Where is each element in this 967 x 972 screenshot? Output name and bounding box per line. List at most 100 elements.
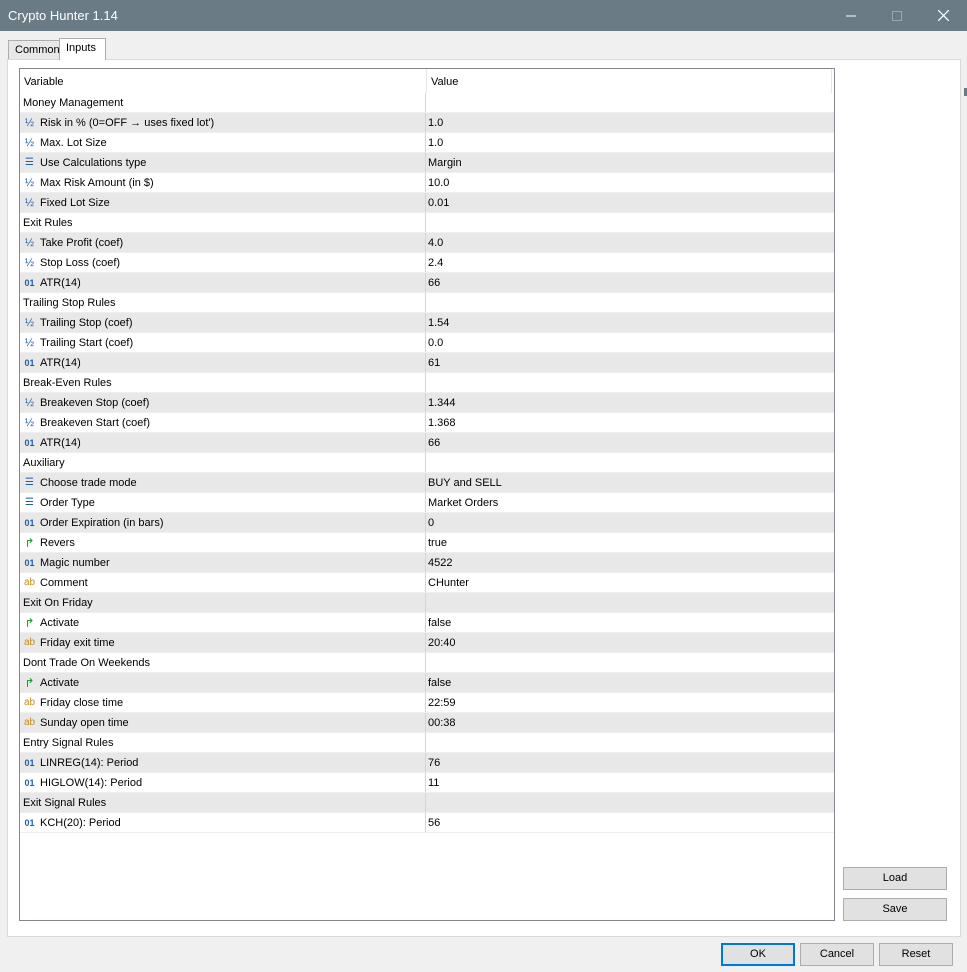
group-row: Exit On Friday bbox=[20, 593, 834, 613]
reset-button[interactable]: Reset bbox=[879, 943, 953, 966]
parameter-row[interactable]: ½ Trailing Stop (coef) 1.54 bbox=[20, 313, 834, 333]
parameter-row[interactable]: ☰ Choose trade mode BUY and SELL bbox=[20, 473, 834, 493]
parameter-row[interactable]: ab Friday close time 22:59 bbox=[20, 693, 834, 713]
parameter-row[interactable]: ↱ Activate false bbox=[20, 673, 834, 693]
parameter-row[interactable]: ½ Trailing Start (coef) 0.0 bbox=[20, 333, 834, 353]
enum-icon: ☰ bbox=[25, 497, 34, 508]
value-cell[interactable]: 4522 bbox=[428, 553, 828, 573]
string-icon: ab bbox=[23, 577, 36, 588]
variable-cell: ½ Stop Loss (coef) bbox=[22, 253, 426, 273]
value-cell[interactable]: 66 bbox=[428, 273, 828, 293]
parameter-row[interactable]: ab Sunday open time 00:38 bbox=[20, 713, 834, 733]
value-cell[interactable]: 1.0 bbox=[428, 133, 828, 153]
value-cell bbox=[428, 93, 828, 113]
value-cell[interactable]: 76 bbox=[428, 753, 828, 773]
value-cell[interactable]: 0.0 bbox=[428, 333, 828, 353]
value-cell[interactable]: CHunter bbox=[428, 573, 828, 593]
value-cell[interactable]: 00:38 bbox=[428, 713, 828, 733]
value-cell[interactable]: 1.0 bbox=[428, 113, 828, 133]
variable-label: Fixed Lot Size bbox=[40, 197, 110, 209]
variable-label: KCH(20): Period bbox=[40, 817, 121, 829]
value-cell[interactable]: Market Orders bbox=[428, 493, 828, 513]
variable-cell: Dont Trade On Weekends bbox=[22, 653, 426, 673]
close-button[interactable] bbox=[920, 0, 966, 31]
value-cell[interactable]: Margin bbox=[428, 153, 828, 173]
cancel-button[interactable]: Cancel bbox=[800, 943, 874, 966]
minimize-button[interactable] bbox=[828, 0, 874, 31]
value-cell[interactable]: 10.0 bbox=[428, 173, 828, 193]
maximize-button[interactable] bbox=[874, 0, 920, 31]
parameter-row[interactable]: 01 Order Expiration (in bars) 0 bbox=[20, 513, 834, 533]
value-cell[interactable]: 1.368 bbox=[428, 413, 828, 433]
value-cell[interactable]: 1.344 bbox=[428, 393, 828, 413]
variable-cell: Trailing Stop Rules bbox=[22, 293, 426, 313]
value-cell[interactable]: 1.54 bbox=[428, 313, 828, 333]
variable-label: Risk in % (0=OFF → uses fixed lot') bbox=[40, 117, 215, 129]
int-icon: 01 bbox=[24, 438, 35, 448]
string-icon: ab bbox=[23, 717, 36, 728]
value-cell[interactable]: 22:59 bbox=[428, 693, 828, 713]
parameter-row[interactable]: 01 Magic number 4522 bbox=[20, 553, 834, 573]
value-cell bbox=[428, 733, 828, 753]
inputs-grid[interactable]: Variable Value Money Management ½ Risk in … bbox=[19, 68, 835, 921]
variable-cell: ab Friday exit time bbox=[22, 633, 426, 653]
column-header-variable[interactable]: Variable bbox=[20, 69, 427, 93]
value-cell[interactable]: 0.01 bbox=[428, 193, 828, 213]
parameter-row[interactable]: ½ Max. Lot Size 1.0 bbox=[20, 133, 834, 153]
value-cell bbox=[428, 593, 828, 613]
parameter-row[interactable]: ½ Max Risk Amount (in $) 10.0 bbox=[20, 173, 834, 193]
value-cell[interactable]: 66 bbox=[428, 433, 828, 453]
tab-inputs[interactable]: Inputs bbox=[59, 38, 106, 60]
variable-cell: ½ Risk in % (0=OFF → uses fixed lot') bbox=[22, 113, 426, 133]
parameter-row[interactable]: ½ Risk in % (0=OFF → uses fixed lot') 1.0 bbox=[20, 113, 834, 133]
group-row: Auxiliary bbox=[20, 453, 834, 473]
variable-cell: Exit On Friday bbox=[22, 593, 426, 613]
parameter-row[interactable]: ½ Fixed Lot Size 0.01 bbox=[20, 193, 834, 213]
parameter-row[interactable]: ☰ Use Calculations type Margin bbox=[20, 153, 834, 173]
tab-common[interactable]: Common bbox=[8, 40, 62, 60]
parameter-row[interactable]: ↱ Revers true bbox=[20, 533, 834, 553]
save-button[interactable]: Save bbox=[843, 898, 947, 921]
half-icon: ½ bbox=[24, 317, 35, 329]
variable-cell: 01 LINREG(14): Period bbox=[22, 753, 426, 773]
parameter-row[interactable]: ab Friday exit time 20:40 bbox=[20, 633, 834, 653]
group-row: Exit Signal Rules bbox=[20, 793, 834, 813]
value-cell[interactable]: 61 bbox=[428, 353, 828, 373]
value-cell[interactable]: 20:40 bbox=[428, 633, 828, 653]
variable-cell: ½ Trailing Start (coef) bbox=[22, 333, 426, 353]
parameter-row[interactable]: 01 ATR(14) 66 bbox=[20, 433, 834, 453]
value-cell[interactable]: 0 bbox=[428, 513, 828, 533]
value-cell[interactable]: 2.4 bbox=[428, 253, 828, 273]
parameter-row[interactable]: ☰ Order Type Market Orders bbox=[20, 493, 834, 513]
parameter-row[interactable]: 01 LINREG(14): Period 76 bbox=[20, 753, 834, 773]
enum-icon: ☰ bbox=[25, 157, 34, 168]
parameter-row[interactable]: 01 KCH(20): Period 56 bbox=[20, 813, 834, 833]
value-cell[interactable]: true bbox=[428, 533, 828, 553]
load-button[interactable]: Load bbox=[843, 867, 947, 890]
value-cell[interactable]: 4.0 bbox=[428, 233, 828, 253]
value-cell[interactable]: BUY and SELL bbox=[428, 473, 828, 493]
parameter-row[interactable]: ½ Breakeven Start (coef) 1.368 bbox=[20, 413, 834, 433]
value-cell[interactable]: false bbox=[428, 613, 828, 633]
column-header-value[interactable]: Value bbox=[427, 69, 832, 93]
parameter-row[interactable]: 01 ATR(14) 61 bbox=[20, 353, 834, 373]
value-cell bbox=[428, 293, 828, 313]
parameter-row[interactable]: 01 HIGLOW(14): Period 11 bbox=[20, 773, 834, 793]
value-cell bbox=[428, 213, 828, 233]
value-cell[interactable]: false bbox=[428, 673, 828, 693]
variable-cell: ab Sunday open time bbox=[22, 713, 426, 733]
parameter-row[interactable]: ↱ Activate false bbox=[20, 613, 834, 633]
parameter-row[interactable]: ½ Stop Loss (coef) 2.4 bbox=[20, 253, 834, 273]
parameter-row[interactable]: ab Comment CHunter bbox=[20, 573, 834, 593]
value-cell[interactable]: 11 bbox=[428, 773, 828, 793]
value-cell[interactable]: 56 bbox=[428, 813, 828, 833]
variable-label: Max Risk Amount (in $) bbox=[40, 177, 154, 189]
int-icon: 01 bbox=[24, 558, 35, 568]
group-label: Exit On Friday bbox=[23, 597, 93, 609]
parameter-row[interactable]: ½ Breakeven Stop (coef) 1.344 bbox=[20, 393, 834, 413]
half-icon: ½ bbox=[24, 337, 35, 349]
parameter-row[interactable]: ½ Take Profit (coef) 4.0 bbox=[20, 233, 834, 253]
variable-cell: 01 HIGLOW(14): Period bbox=[22, 773, 426, 793]
parameter-row[interactable]: 01 ATR(14) 66 bbox=[20, 273, 834, 293]
ok-button[interactable]: OK bbox=[721, 943, 795, 966]
